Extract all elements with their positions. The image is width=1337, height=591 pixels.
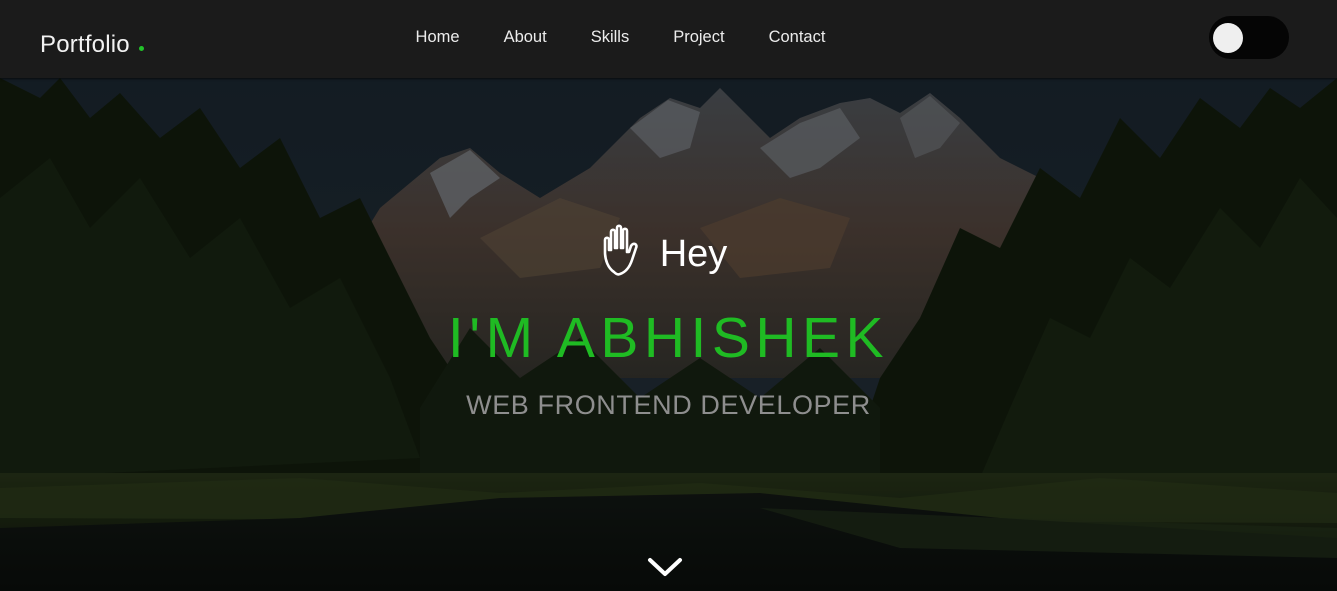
nav-link-home[interactable]: Home	[416, 27, 460, 47]
navbar: Portfolio Home About Skills Project Cont…	[0, 0, 1337, 78]
greeting: Hey	[0, 224, 1337, 276]
hero-section: Hey I'M ABHISHEK WEB FRONTEND DEVELOPER	[0, 78, 1337, 591]
main-nav: Home About Skills Project Contact	[0, 27, 1337, 47]
nav-link-about[interactable]: About	[504, 27, 547, 47]
nav-link-project[interactable]: Project	[673, 27, 724, 47]
nav-link-contact[interactable]: Contact	[769, 27, 826, 47]
toggle-knob	[1213, 23, 1243, 53]
waving-hand-icon	[603, 224, 638, 276]
chevron-down-icon[interactable]	[646, 555, 684, 579]
theme-toggle[interactable]	[1209, 16, 1289, 59]
nav-link-skills[interactable]: Skills	[591, 27, 630, 47]
greeting-text: Hey	[659, 233, 728, 275]
hero-name: I'M ABHISHEK	[447, 306, 890, 370]
hero-role: WEB FRONTEND DEVELOPER	[466, 390, 871, 420]
